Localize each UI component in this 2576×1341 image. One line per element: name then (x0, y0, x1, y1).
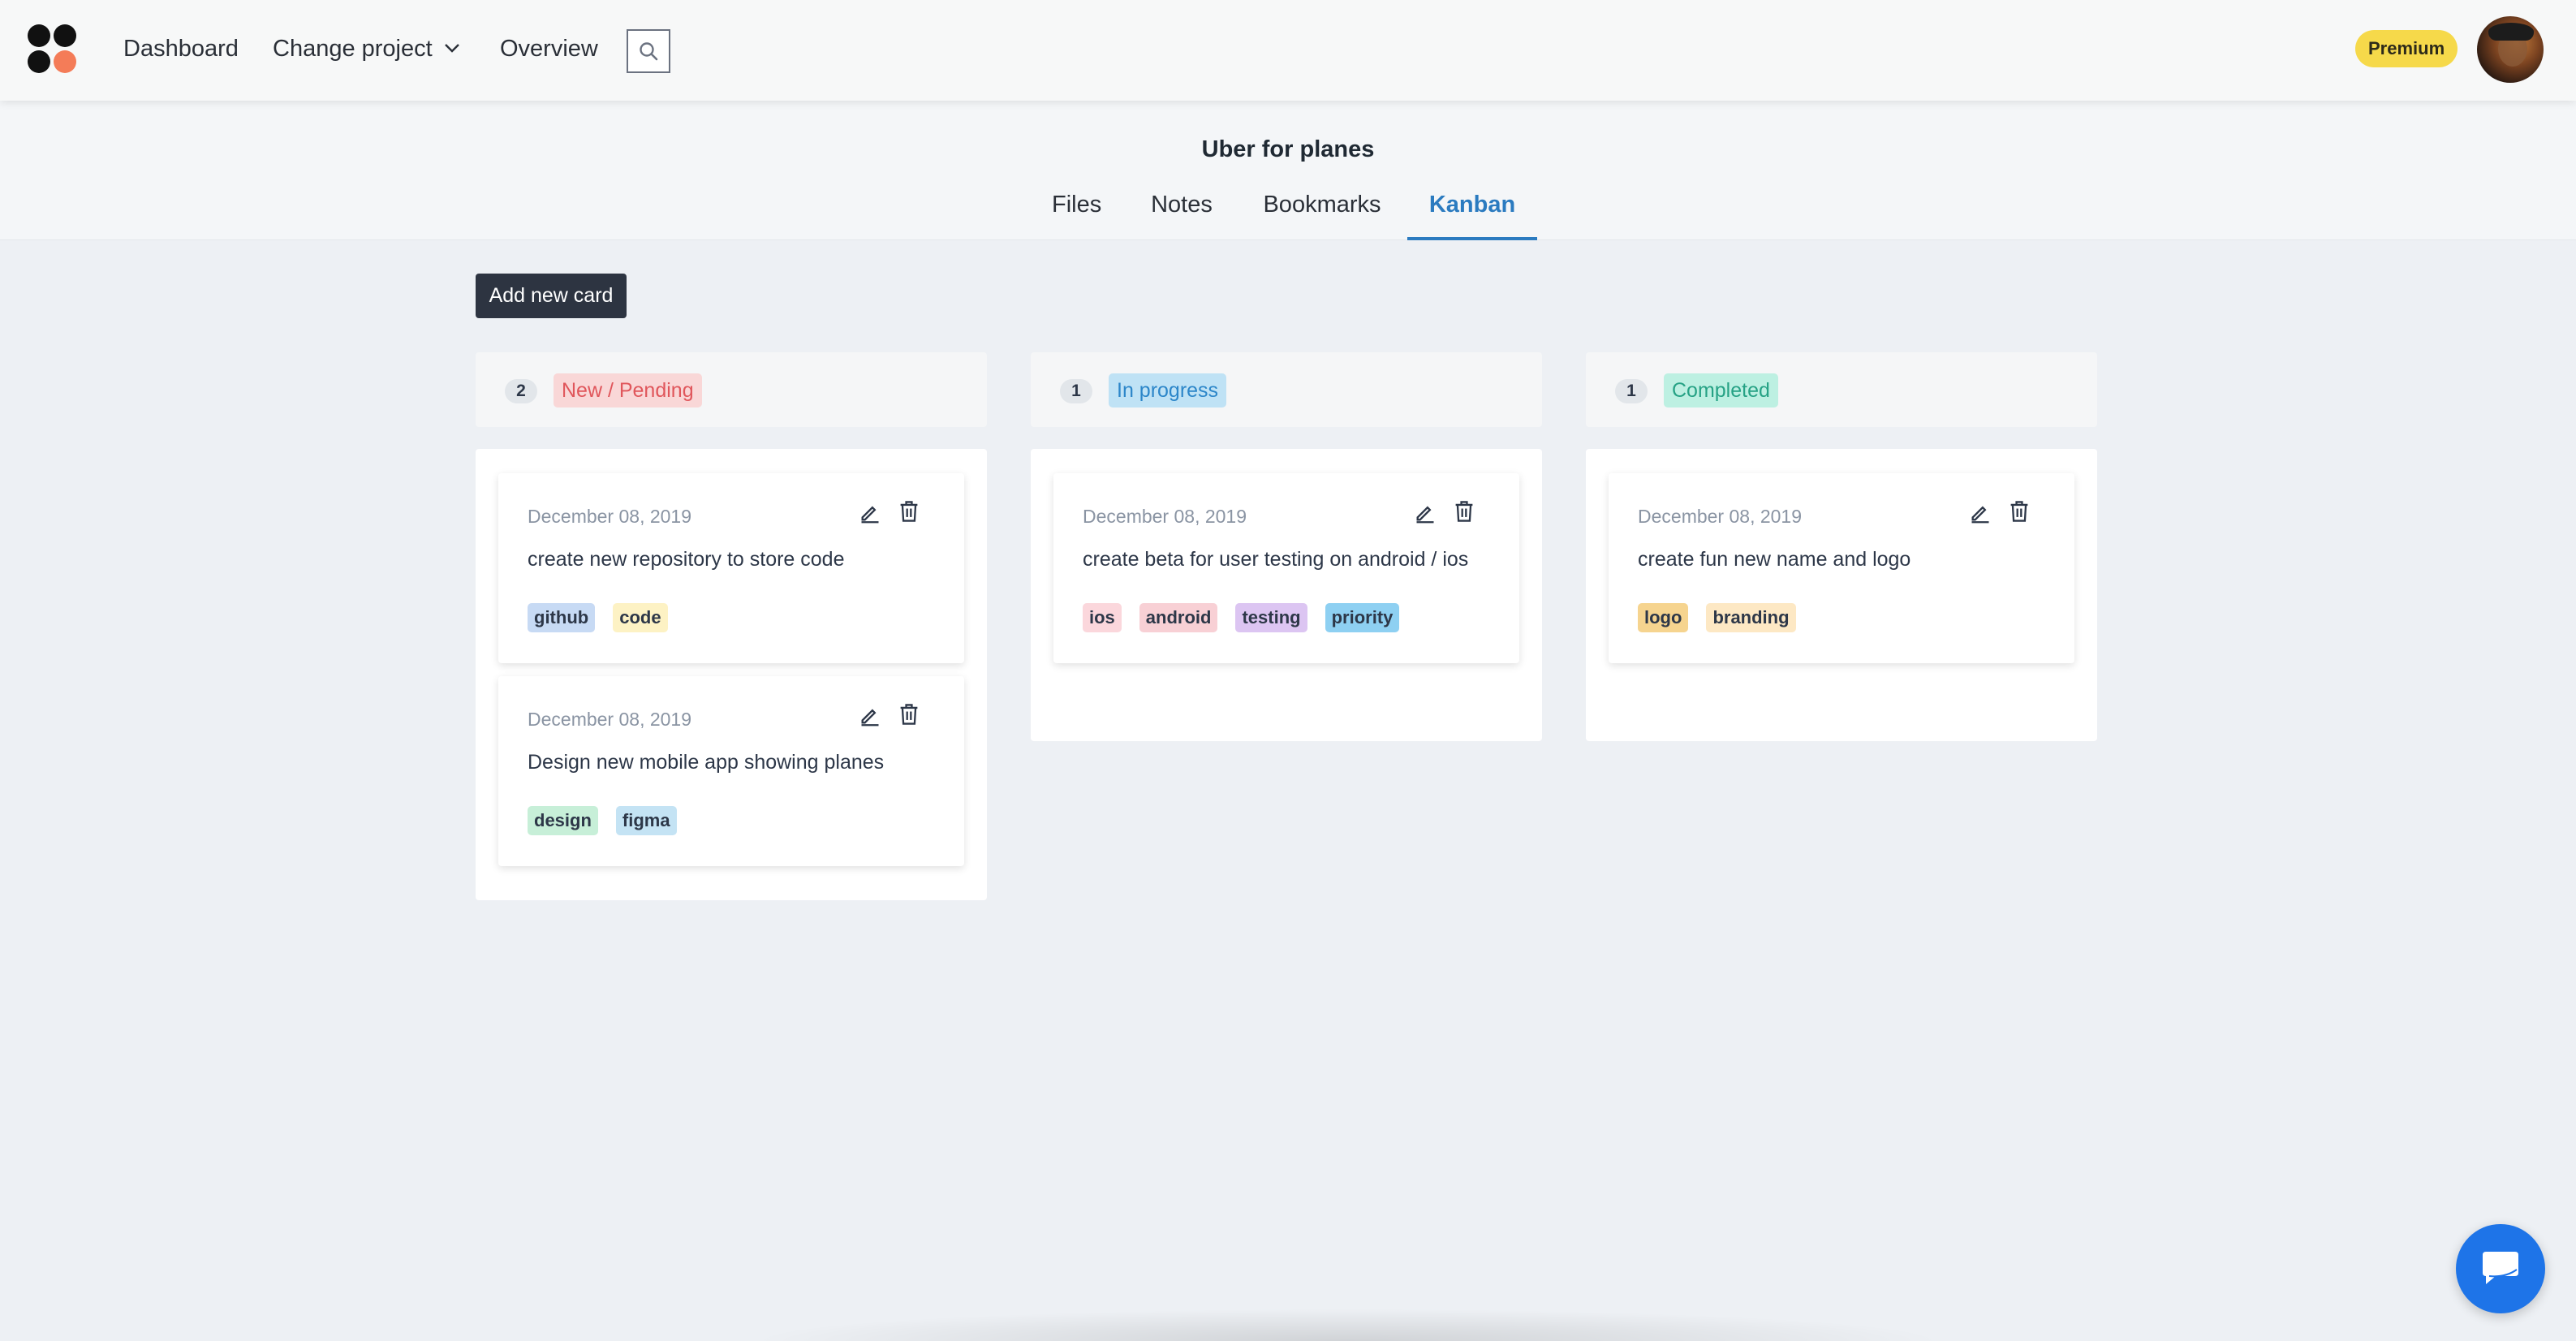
kanban-card[interactable]: December 08, 2019 create beta for user t… (1053, 473, 1519, 663)
tag[interactable]: branding (1706, 603, 1796, 632)
top-navbar: Dashboard Change project Overview Premiu… (0, 0, 2576, 101)
status-label: Completed (1664, 373, 1778, 407)
tag[interactable]: priority (1325, 603, 1400, 632)
kanban-card[interactable]: December 08, 2019 create new repository … (498, 473, 964, 663)
card-title: create beta for user testing on android … (1083, 548, 1469, 571)
tag-list: github code (528, 603, 668, 632)
chevron-down-icon (444, 44, 459, 54)
card-date: December 08, 2019 (1083, 506, 1247, 527)
nav-overview-link[interactable]: Overview (500, 32, 598, 65)
nav-dashboard-link[interactable]: Dashboard (123, 32, 239, 65)
tag[interactable]: code (613, 603, 668, 632)
card-date: December 08, 2019 (528, 506, 692, 527)
status-label: New / Pending (554, 373, 702, 407)
edit-icon[interactable] (1414, 501, 1437, 524)
user-avatar[interactable] (2477, 16, 2544, 83)
chat-button[interactable] (2456, 1224, 2545, 1313)
bottom-shadow (747, 1309, 1948, 1341)
tag[interactable]: testing (1235, 603, 1307, 632)
tab-bookmarks[interactable]: Bookmarks (1263, 192, 1381, 240)
card-title: create new repository to store code (528, 548, 845, 571)
tab-files[interactable]: Files (1052, 192, 1101, 240)
tag[interactable]: android (1139, 603, 1218, 632)
tag[interactable]: github (528, 603, 596, 632)
project-header: Uber for planes Files Notes Bookmarks Ka… (0, 101, 2576, 240)
card-count-badge: 2 (505, 379, 537, 403)
column-header-pending: 2 New / Pending (476, 352, 987, 427)
edit-icon[interactable] (859, 501, 881, 524)
card-count-badge: 1 (1060, 379, 1092, 403)
premium-badge: Premium (2355, 30, 2458, 67)
trash-icon[interactable] (1453, 499, 1475, 524)
search-button[interactable] (627, 29, 670, 73)
edit-icon[interactable] (859, 704, 881, 727)
change-project-dropdown[interactable]: Change project (273, 32, 460, 65)
tag[interactable]: logo (1638, 603, 1689, 632)
card-title: Design new mobile app showing planes (528, 751, 885, 774)
add-new-card-button[interactable]: Add new card (476, 274, 627, 318)
card-date: December 08, 2019 (1638, 506, 1803, 527)
card-title: create fun new name and logo (1638, 548, 1911, 571)
column-in-progress: December 08, 2019 create beta for user t… (1031, 449, 1542, 741)
kanban-card[interactable]: December 08, 2019 create fun new name an… (1609, 473, 2074, 663)
chat-icon (2483, 1252, 2518, 1284)
kanban-card[interactable]: December 08, 2019 Design new mobile app … (498, 676, 964, 866)
edit-icon[interactable] (1969, 501, 1992, 524)
card-date: December 08, 2019 (528, 709, 692, 730)
column-completed: December 08, 2019 create fun new name an… (1586, 449, 2097, 741)
trash-icon[interactable] (898, 702, 920, 727)
column-pending: December 08, 2019 create new repository … (476, 449, 987, 900)
logo-icon[interactable] (28, 24, 76, 73)
tag[interactable]: design (528, 806, 598, 835)
project-title: Uber for planes (1201, 136, 1375, 162)
tag-list: design figma (528, 806, 677, 835)
search-icon (640, 42, 658, 61)
status-label: In progress (1109, 373, 1227, 407)
card-count-badge: 1 (1615, 379, 1648, 403)
tag[interactable]: ios (1083, 603, 1122, 632)
change-project-label: Change project (273, 36, 433, 62)
tag-list: ios android testing priority (1083, 603, 1400, 632)
tag[interactable]: figma (615, 806, 677, 835)
tab-notes[interactable]: Notes (1151, 192, 1213, 240)
tag-list: logo branding (1638, 603, 1796, 632)
trash-icon[interactable] (898, 499, 920, 524)
trash-icon[interactable] (2008, 499, 2031, 524)
tab-kanban[interactable]: Kanban (1407, 192, 1537, 240)
column-header-completed: 1 Completed (1586, 352, 2097, 427)
column-header-in-progress: 1 In progress (1031, 352, 1542, 427)
